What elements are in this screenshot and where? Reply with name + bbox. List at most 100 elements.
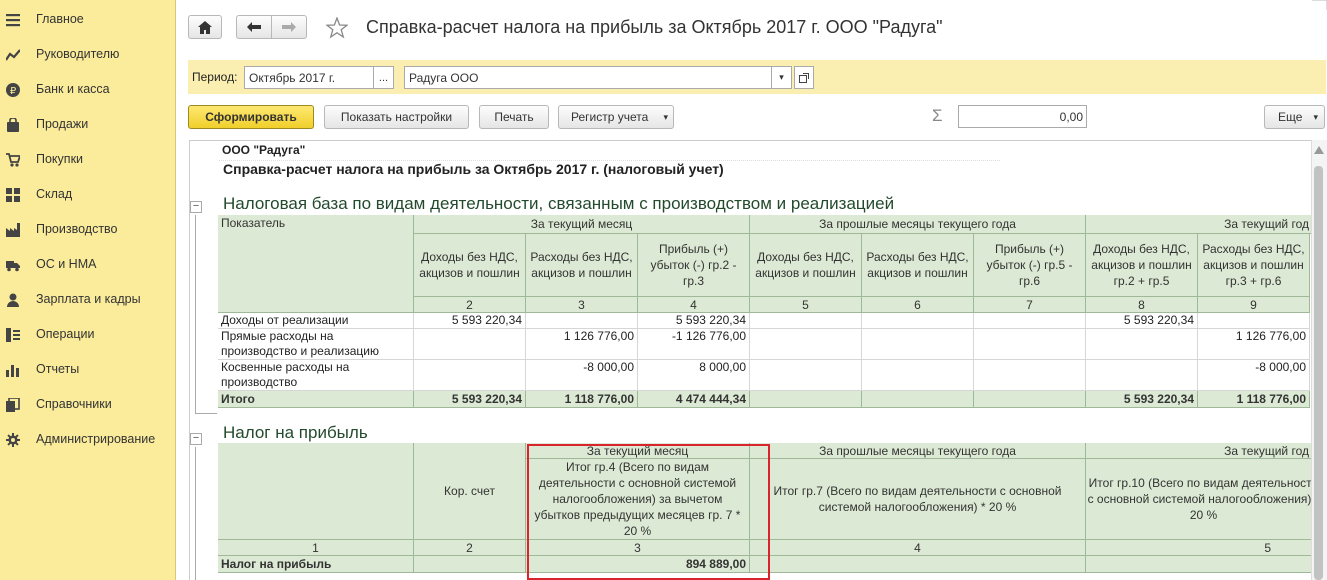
register-dropdown[interactable]: Регистр учета ▾	[558, 105, 674, 129]
column-number: 3	[526, 297, 638, 313]
group-header: За прошлые месяцы текущего года	[750, 215, 1086, 234]
sidebar-item-label: ОС и НМА	[36, 257, 97, 271]
sidebar-item-sales[interactable]: Продажи	[0, 107, 176, 142]
sidebar-item-label: Операции	[36, 327, 95, 341]
table-cell	[974, 329, 1086, 360]
table-cell	[974, 313, 1086, 329]
table-cell	[862, 329, 974, 360]
sidebar-item-reports[interactable]: Отчеты	[0, 352, 176, 387]
gear-icon	[6, 433, 20, 447]
star-icon[interactable]	[326, 17, 348, 39]
more-button[interactable]: Еще ▾	[1264, 105, 1325, 129]
column-number: 1	[218, 540, 414, 556]
total-cell	[750, 391, 862, 408]
subheader: Доходы без НДС, акцизов и пошлин гр.2 + …	[1086, 234, 1198, 297]
subheader: Доходы без НДС, акцизов и пошлин	[414, 234, 526, 297]
back-button[interactable]	[236, 15, 272, 39]
table-cell	[414, 329, 526, 360]
group-header: За текущий месяц	[414, 215, 750, 234]
sigma-icon: Σ	[932, 106, 943, 125]
home-button[interactable]	[188, 15, 222, 39]
sidebar-item-label: Склад	[36, 187, 73, 201]
period-select-button[interactable]: ...	[373, 66, 394, 89]
arrow-right-icon	[282, 22, 296, 32]
open-icon	[799, 72, 809, 83]
group-line	[195, 215, 196, 413]
scroll-up-icon[interactable]	[1314, 146, 1324, 154]
sidebar-item-bank[interactable]: ₽ Банк и касса	[0, 72, 176, 107]
table-cell	[974, 360, 1086, 391]
sidebar-item-label: Руководителю	[36, 47, 120, 61]
bag-icon	[7, 118, 19, 132]
organization-field[interactable]: Радуга ООО	[404, 66, 772, 89]
person-icon	[7, 293, 19, 307]
warehouse-icon	[6, 188, 20, 202]
subheader: Расходы без НДС, акцизов и пошлин гр.3 +…	[1198, 234, 1310, 297]
operations-icon	[6, 328, 20, 342]
scrollbar-thumb[interactable]	[1314, 166, 1323, 580]
organization-open-button[interactable]	[794, 66, 814, 89]
organization-dropdown-button[interactable]: ▾	[771, 66, 792, 89]
sum-field[interactable]: 0,00	[958, 105, 1087, 128]
sidebar-item-operations[interactable]: Операции	[0, 317, 176, 352]
table-cell	[526, 313, 638, 329]
sidebar-item-references[interactable]: Справочники	[0, 387, 176, 422]
subheader: Итог гр.7 (Всего по видам деятельности с…	[750, 459, 1086, 540]
sidebar: Главное Руководителю ₽ Банк и касса Прода…	[0, 0, 176, 580]
sidebar-item-purchases[interactable]: Покупки	[0, 142, 176, 177]
menu-icon	[6, 14, 20, 27]
column-number: 2	[414, 297, 526, 313]
period-field[interactable]: Октябрь 2017 г.	[244, 66, 374, 89]
chevron-down-icon: ▾	[663, 111, 668, 122]
print-button[interactable]: Печать	[479, 105, 549, 129]
sidebar-item-label: Справочники	[36, 397, 112, 411]
chevron-down-icon: ▾	[1313, 111, 1318, 122]
group-line	[195, 447, 196, 580]
table-cell	[862, 360, 974, 391]
table-cell: 5 593 220,34	[414, 313, 526, 329]
bar-chart-icon	[6, 365, 19, 377]
collapse-section1-button[interactable]: −	[190, 201, 202, 213]
column-number: 7	[974, 297, 1086, 313]
report-area[interactable]: ООО "Радуга" Справка-расчет налога на пр…	[189, 140, 1311, 580]
table-cell: 8 000,00	[638, 360, 750, 391]
total-label: Налог на прибыль	[218, 556, 414, 573]
sidebar-item-manager[interactable]: Руководителю	[0, 37, 176, 72]
collapse-section2-button[interactable]: −	[190, 433, 202, 445]
table-cell	[750, 329, 862, 360]
total-cell: 1 118 776,00	[526, 391, 638, 408]
total-cell: 4 474 444,34	[638, 391, 750, 408]
sidebar-item-label: Банк и касса	[36, 82, 110, 96]
row-label: Доходы от реализации	[218, 313, 414, 329]
table-cell: 1 126 776,00	[526, 329, 638, 360]
ruble-coin-icon: ₽	[6, 83, 20, 97]
sidebar-item-label: Главное	[36, 12, 84, 26]
sidebar-item-label: Производство	[36, 222, 118, 236]
total-cell	[750, 556, 1086, 573]
forward-button[interactable]	[271, 15, 307, 39]
generate-button[interactable]: Сформировать	[188, 105, 314, 129]
sidebar-item-salary[interactable]: Зарплата и кадры	[0, 282, 176, 317]
table-cell: 5 593 220,34	[1086, 313, 1198, 329]
group-line	[195, 413, 217, 414]
table-cell	[1086, 329, 1198, 360]
sidebar-item-admin[interactable]: Администрирование	[0, 422, 176, 457]
sidebar-item-warehouse[interactable]: Склад	[0, 177, 176, 212]
total-cell	[862, 391, 974, 408]
sidebar-item-production[interactable]: Производство	[0, 212, 176, 247]
arrow-left-icon	[247, 22, 261, 32]
register-label: Регистр учета	[571, 110, 649, 124]
cart-icon	[6, 153, 20, 167]
subheader: Прибыль (+) убыток (-) гр.5 - гр.6	[974, 234, 1086, 297]
subheader: Доходы без НДС, акцизов и пошлин	[750, 234, 862, 297]
show-settings-button[interactable]: Показать настройки	[324, 105, 469, 129]
sidebar-item-main[interactable]: Главное	[0, 2, 176, 37]
sidebar-item-fixed-assets[interactable]: ОС и НМА	[0, 247, 176, 282]
factory-icon	[6, 223, 20, 237]
total-cell: 1 118 776,00	[1198, 391, 1310, 408]
report-org-underline	[219, 141, 1000, 161]
table-cell	[862, 313, 974, 329]
section1-title: Налоговая база по видам деятельности, св…	[223, 194, 895, 213]
sidebar-item-label: Покупки	[36, 152, 84, 166]
table-cell: 1 126 776,00	[1198, 329, 1310, 360]
